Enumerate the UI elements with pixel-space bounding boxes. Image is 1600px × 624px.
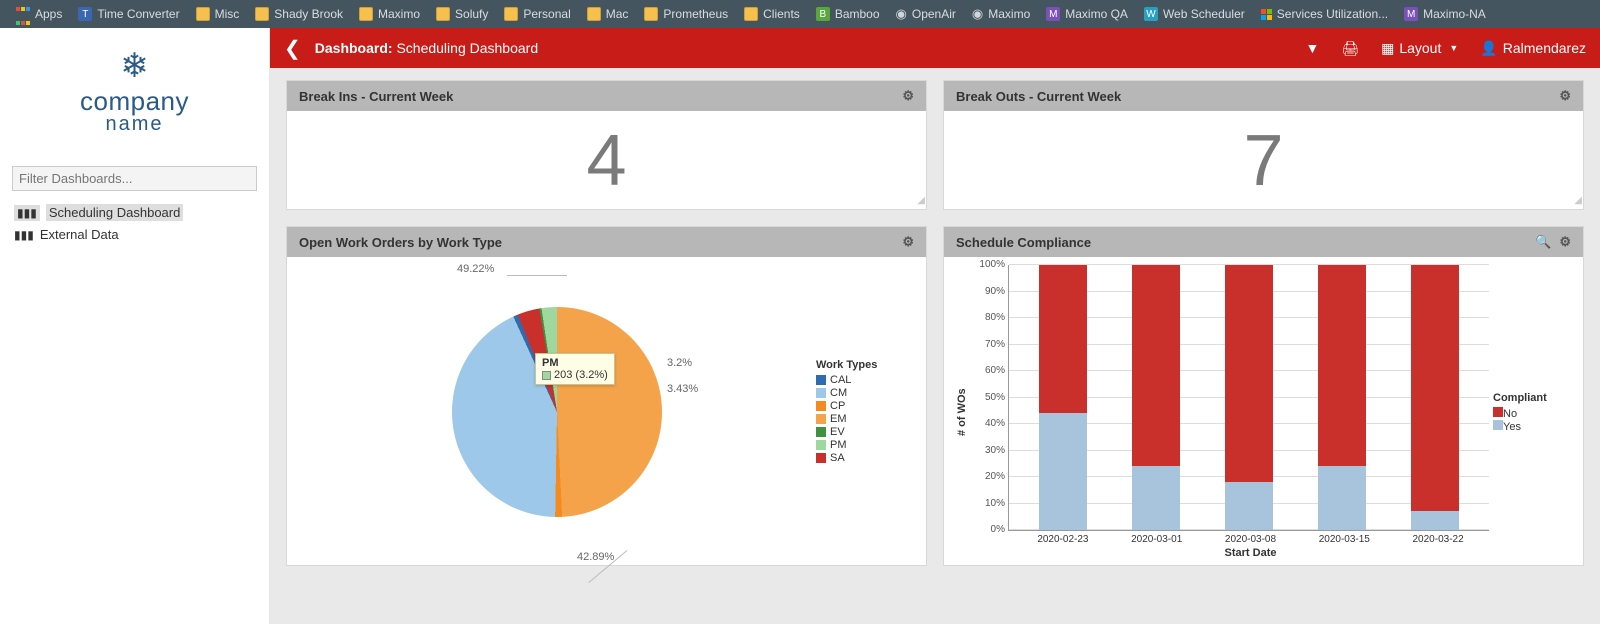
bookmark-bamboo[interactable]: BBamboo — [809, 4, 887, 24]
sidebar-item-external-data[interactable]: ▮▮▮External Data — [0, 224, 269, 245]
bookmark-shady-brook[interactable]: Shady Brook — [248, 4, 350, 24]
card-title: Break Ins - Current Week — [299, 89, 894, 104]
gear-icon[interactable]: ⚙ — [902, 88, 914, 104]
bar-chart[interactable]: 0%10%20%30%40%50%60%70%80%90%100% — [1008, 265, 1489, 531]
layout-menu[interactable]: ▦ Layout▼ — [1381, 40, 1458, 57]
pie-label-em: 49.22% — [457, 263, 494, 275]
y-axis-label: # of WOs — [954, 265, 970, 559]
bar-chart-icon: ▮▮▮ — [14, 205, 40, 221]
bookmark-clients[interactable]: Clients — [737, 4, 807, 24]
bar-2020-03-01[interactable] — [1132, 265, 1180, 530]
bar-2020-02-23[interactable] — [1039, 265, 1087, 530]
resize-handle[interactable]: ◢ — [917, 195, 923, 206]
filter-dashboards-input[interactable] — [12, 166, 257, 191]
legend-title: Compliant — [1493, 392, 1573, 404]
legend-item-sa[interactable]: SA — [816, 452, 916, 464]
pie-chart[interactable]: 49.22% 3.2% 3.43% 42.89% PM 203 (3.2%) — [297, 265, 816, 559]
bar-legend: Compliant NoYes — [1493, 392, 1573, 433]
bookmark-maximo-qa[interactable]: MMaximo QA — [1039, 4, 1135, 24]
gear-icon[interactable]: ⚙ — [902, 234, 914, 250]
gear-icon[interactable]: ⚙ — [1559, 234, 1571, 250]
dashboard-header: ❮ Dashboard: Scheduling Dashboard ▼ 🖨 ▦ … — [270, 28, 1600, 68]
pie-tooltip: PM 203 (3.2%) — [535, 353, 615, 385]
logo-text-1: company — [80, 86, 189, 116]
sidebar-item-scheduling-dashboard[interactable]: ▮▮▮Scheduling Dashboard — [0, 201, 269, 224]
bookmark-misc[interactable]: Misc — [189, 4, 247, 24]
bookmark-maximo-na[interactable]: MMaximo-NA — [1397, 4, 1493, 24]
bookmark-maximo[interactable]: ◉Maximo — [965, 3, 1037, 25]
bar-chart-icon: ▮▮▮ — [14, 228, 34, 242]
card-title: Schedule Compliance — [956, 235, 1527, 250]
bookmark-maximo[interactable]: Maximo — [352, 4, 427, 24]
legend-item-cm[interactable]: CM — [816, 387, 916, 399]
legend-item-em[interactable]: EM — [816, 413, 916, 425]
bar-2020-03-22[interactable] — [1411, 265, 1459, 530]
bookmark-web-scheduler[interactable]: WWeb Scheduler — [1137, 4, 1252, 24]
x-tick: 2020-03-01 — [1131, 534, 1182, 545]
back-icon[interactable]: ❮ — [284, 36, 301, 61]
bookmark-time-converter[interactable]: TTime Converter — [71, 4, 186, 24]
kpi-value: 4 — [287, 111, 926, 211]
legend-title: Work Types — [816, 359, 916, 371]
bookmark-prometheus[interactable]: Prometheus — [637, 4, 735, 24]
kpi-value: 7 — [944, 111, 1583, 211]
bookmark-solufy[interactable]: Solufy — [429, 4, 495, 24]
legend-item-yes[interactable]: Yes — [1493, 420, 1573, 433]
card-title: Break Outs - Current Week — [956, 89, 1551, 104]
browser-bookmark-bar: AppsTTime ConverterMiscShady BrookMaximo… — [0, 0, 1600, 28]
card-break-ins: Break Ins - Current Week ⚙ 4 ◢ — [286, 80, 927, 210]
header-prefix: Dashboard: — [315, 40, 393, 56]
bar-2020-03-15[interactable] — [1318, 265, 1366, 530]
bookmark-openair[interactable]: ◉OpenAir — [889, 3, 963, 25]
bar-2020-03-08[interactable] — [1225, 265, 1273, 530]
user-menu[interactable]: 👤 Ralmendarez — [1480, 40, 1586, 57]
company-logo: ❄ company name — [0, 28, 269, 146]
legend-item-ev[interactable]: EV — [816, 426, 916, 438]
pie-label-sa: 3.43% — [667, 383, 698, 395]
card-title: Open Work Orders by Work Type — [299, 235, 894, 250]
x-tick: 2020-02-23 — [1037, 534, 1088, 545]
bookmark-apps[interactable]: Apps — [8, 0, 69, 28]
card-schedule-compliance: Schedule Compliance 🔍 ⚙ # of WOs 0%10%20… — [943, 226, 1584, 566]
pie-legend: Work Types CALCMCPEMEVPMSA — [816, 359, 916, 465]
card-break-outs: Break Outs - Current Week ⚙ 7 ◢ — [943, 80, 1584, 210]
x-tick: 2020-03-08 — [1225, 534, 1276, 545]
zoom-icon[interactable]: 🔍 — [1535, 234, 1551, 250]
x-tick: 2020-03-22 — [1413, 534, 1464, 545]
sidebar: ❄ company name ▮▮▮Scheduling Dashboard▮▮… — [0, 28, 270, 624]
header-title: Scheduling Dashboard — [396, 40, 538, 56]
filter-icon[interactable]: ▼ — [1305, 40, 1319, 56]
resize-handle[interactable]: ◢ — [1574, 195, 1580, 206]
bookmark-personal[interactable]: Personal — [497, 4, 577, 24]
gear-icon[interactable]: ⚙ — [1559, 88, 1571, 104]
legend-item-cp[interactable]: CP — [816, 400, 916, 412]
legend-item-cal[interactable]: CAL — [816, 374, 916, 386]
pie-label-pm: 3.2% — [667, 357, 692, 369]
x-axis-label: Start Date — [1008, 547, 1493, 559]
x-tick: 2020-03-15 — [1319, 534, 1370, 545]
card-open-work-orders: Open Work Orders by Work Type ⚙ 49.22% 3… — [286, 226, 927, 566]
pie-label-cm: 42.89% — [577, 551, 614, 563]
print-icon[interactable]: 🖨 — [1341, 40, 1359, 57]
legend-item-pm[interactable]: PM — [816, 439, 916, 451]
legend-item-no[interactable]: No — [1493, 407, 1573, 420]
bookmark-services-utilization-[interactable]: Services Utilization... — [1254, 4, 1395, 24]
bookmark-mac[interactable]: Mac — [580, 4, 636, 24]
logo-text-2: name — [0, 113, 269, 136]
